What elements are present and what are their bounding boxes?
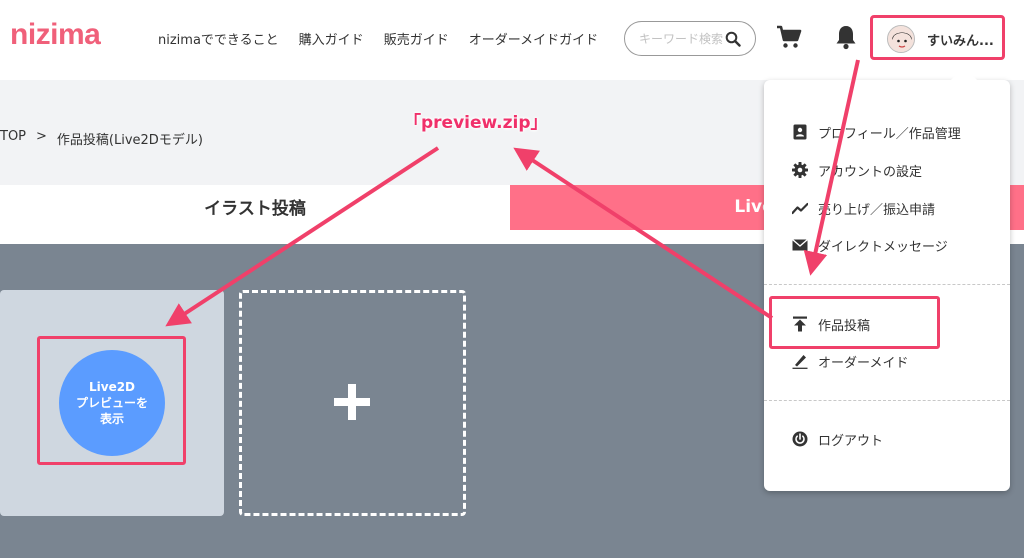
trend-line-icon [792,202,808,215]
menu-item-profile[interactable]: プロフィール／作品管理 [792,121,961,143]
nizima-logo[interactable]: nizima [10,18,101,52]
power-icon [792,431,808,447]
nav-item-purchase-guide[interactable]: 購入ガイド [299,29,364,48]
menu-item-custom-order[interactable]: オーダーメイド [792,350,908,372]
main-nav: nizimaでできること 購入ガイド 販売ガイド オーダーメイドガイド [158,29,618,48]
menu-item-label: アカウントの設定 [818,164,923,180]
breadcrumb-home[interactable]: TOP [0,129,26,148]
menu-divider [764,284,1010,285]
search-input[interactable] [639,29,727,49]
nav-item-about[interactable]: nizimaでできること [158,29,279,48]
menu-item-label: 売り上げ／振込申請 [818,202,936,218]
breadcrumb-separator: > [36,129,47,144]
breadcrumb: TOP > 作品投稿(Live2Dモデル) [0,129,203,148]
menu-item-label: ダイレクトメッセージ [818,239,948,255]
plus-icon[interactable] [334,384,370,420]
highlight-preview-button [37,336,186,465]
search-icon[interactable] [725,31,741,47]
user-menu-button[interactable]: すいみん... [870,15,1005,60]
gear-icon [792,162,808,178]
menu-item-sales[interactable]: 売り上げ／振込申請 [792,197,935,219]
nav-item-sales-guide[interactable]: 販売ガイド [384,29,449,48]
tab-illust[interactable]: イラスト投稿 [0,185,510,245]
menu-item-label: オーダーメイド [818,355,909,371]
breadcrumb-current: 作品投稿(Live2Dモデル) [56,133,203,148]
menu-item-label: ログアウト [818,433,884,449]
bell-icon[interactable] [835,24,857,50]
header: nizima nizimaでできること 購入ガイド 販売ガイド オーダーメイドガ… [0,0,1024,80]
user-name: すいみん... [927,34,994,49]
menu-item-account-settings[interactable]: アカウントの設定 [792,159,922,181]
menu-item-logout[interactable]: ログアウト [792,428,883,450]
menu-divider [764,400,1010,401]
dropdown-caret [950,66,978,81]
id-card-icon [793,124,807,140]
menu-item-label: プロフィール／作品管理 [818,126,961,142]
annotation-filename: 「preview.zip」 [404,113,548,133]
menu-item-direct-message[interactable]: ダイレクトメッセージ [792,234,948,256]
envelope-icon [792,238,808,251]
nav-item-order-guide[interactable]: オーダーメイドガイド [469,29,598,48]
pen-icon [792,355,808,369]
cart-icon[interactable] [776,25,802,49]
avatar [887,25,915,53]
highlight-post-work [769,296,940,349]
search-box [624,21,756,56]
